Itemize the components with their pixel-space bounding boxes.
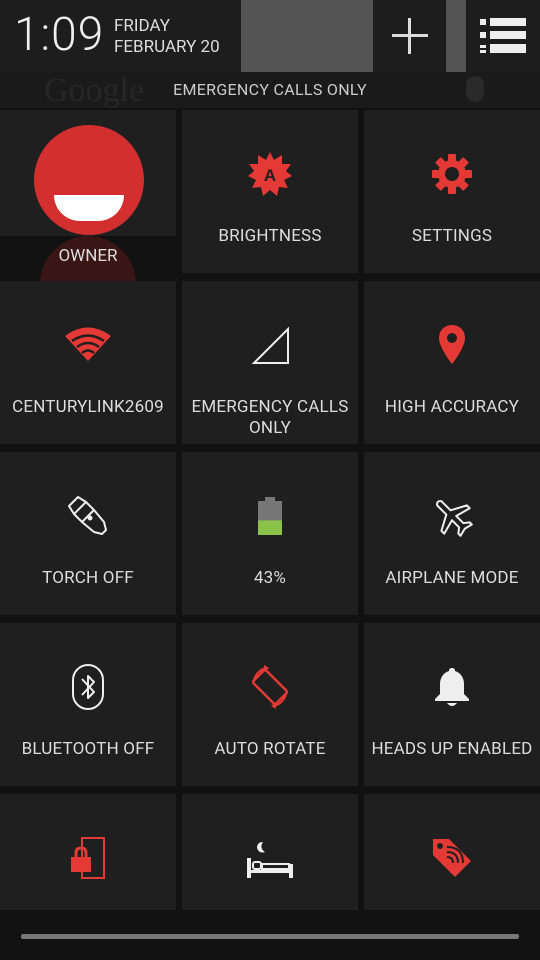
- drag-handle[interactable]: [21, 934, 519, 939]
- bottom-bar: [0, 910, 540, 960]
- add-tile-button[interactable]: [373, 0, 446, 72]
- tile-settings[interactable]: SETTINGS: [364, 110, 540, 273]
- tile-label: CENTURYLINK2609: [12, 397, 164, 417]
- tile-label: HEADS UP ENABLED: [371, 739, 533, 759]
- header-spacer: [241, 0, 373, 72]
- plus-icon: [391, 18, 428, 54]
- tile-label: HIGH ACCURACY: [384, 397, 520, 417]
- tile-label: 43%: [253, 568, 287, 588]
- bluetooth-icon: [0, 661, 176, 713]
- rotate-icon: [182, 661, 358, 713]
- date-display[interactable]: FRIDAY FEBRUARY 20: [114, 16, 220, 58]
- user-avatar-icon: [34, 125, 144, 235]
- carrier-bar: Google EMERGENCY CALLS ONLY: [0, 72, 540, 109]
- cell-signal-icon: [182, 319, 358, 371]
- tile-label: OWNER: [58, 246, 118, 266]
- svg-text:A: A: [264, 166, 276, 185]
- tile-label: AIRPLANE MODE: [385, 568, 519, 588]
- tile-torch[interactable]: TORCH OFF: [0, 452, 176, 615]
- tag-nfc-icon: [364, 832, 540, 884]
- tile-lock-screen[interactable]: [0, 794, 176, 910]
- lock-screen-icon: [0, 832, 176, 884]
- tile-mobile-data[interactable]: EMERGENCY CALLS ONLY: [182, 281, 358, 444]
- tile-label: BLUETOOTH OFF: [21, 739, 155, 759]
- tile-airplane[interactable]: AIRPLANE MODE: [364, 452, 540, 615]
- battery-icon: [182, 490, 358, 542]
- tile-auto-rotate[interactable]: AUTO ROTATE: [182, 623, 358, 786]
- carrier-label: EMERGENCY CALLS ONLY: [173, 80, 367, 99]
- tile-label: BRIGHTNESS: [218, 226, 322, 246]
- location-pin-icon: [364, 319, 540, 371]
- tile-bluetooth[interactable]: BLUETOOTH OFF: [0, 623, 176, 786]
- airplane-icon: [364, 490, 540, 542]
- tile-label: AUTO ROTATE: [214, 739, 326, 759]
- tile-battery[interactable]: 43%: [182, 452, 358, 615]
- clock[interactable]: 1:09: [14, 8, 104, 62]
- tile-heads-up[interactable]: HEADS UP ENABLED: [364, 623, 540, 786]
- flashlight-icon: [0, 490, 176, 542]
- tile-label: EMERGENCY CALLS ONLY: [191, 397, 349, 438]
- tile-wifi[interactable]: CENTURYLINK2609: [0, 281, 176, 444]
- bell-icon: [364, 661, 540, 713]
- tile-location[interactable]: HIGH ACCURACY: [364, 281, 540, 444]
- notifications-toggle-button[interactable]: [466, 0, 540, 72]
- tile-label: TORCH OFF: [42, 568, 134, 588]
- day-label: FRIDAY: [114, 16, 170, 36]
- tile-nfc[interactable]: [364, 794, 540, 910]
- header-spacer-2: [446, 0, 466, 72]
- wifi-icon: [0, 319, 176, 371]
- sleep-icon: [182, 832, 358, 884]
- tile-label: SETTINGS: [411, 226, 493, 246]
- list-icon: [480, 18, 526, 53]
- tile-brightness[interactable]: A BRIGHTNESS: [182, 110, 358, 273]
- date-label: FEBRUARY 20: [114, 37, 220, 57]
- auto-brightness-icon: A: [182, 148, 358, 200]
- tile-sleep[interactable]: [182, 794, 358, 910]
- gear-icon: [364, 148, 540, 200]
